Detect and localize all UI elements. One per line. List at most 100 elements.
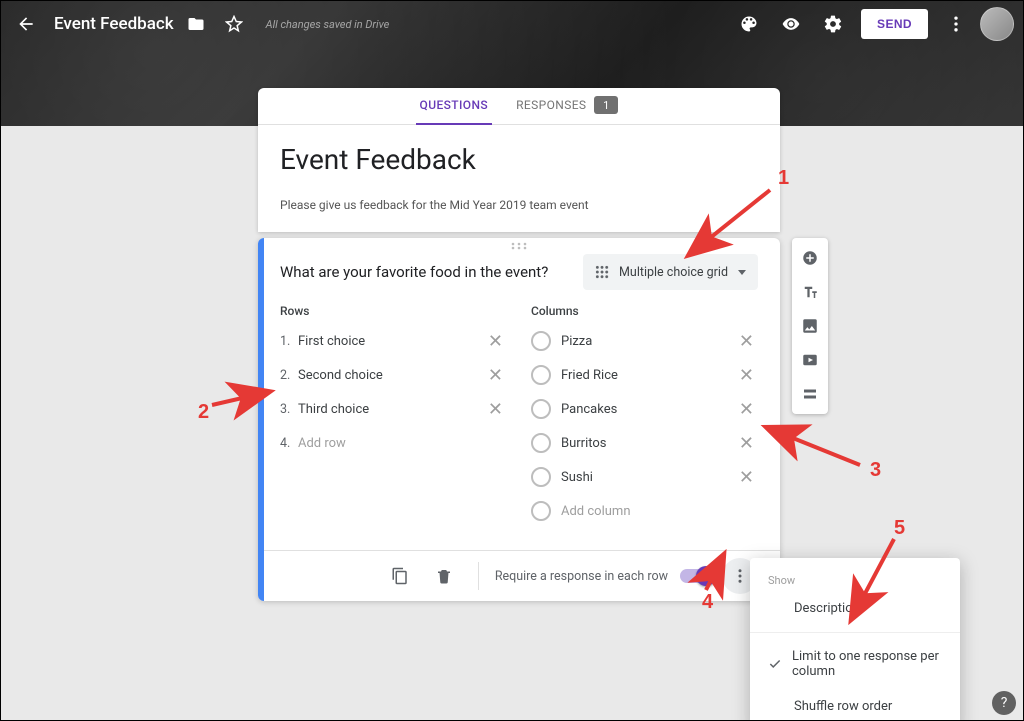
settings-button[interactable]	[813, 4, 853, 44]
column-option[interactable]: Sushi ✕	[531, 460, 758, 494]
section-icon	[801, 385, 819, 403]
menu-section-label: Show	[750, 568, 960, 591]
help-button[interactable]: ?	[992, 691, 1016, 715]
radio-icon	[531, 331, 551, 351]
add-column[interactable]: Add column	[531, 494, 758, 528]
preview-button[interactable]	[771, 4, 811, 44]
remove-column-button[interactable]: ✕	[735, 331, 758, 352]
menu-item-label: Description	[794, 601, 860, 616]
question-type-picker[interactable]: Multiple choice grid	[583, 254, 758, 290]
remove-column-button[interactable]: ✕	[735, 433, 758, 454]
rows-header: Rows	[280, 304, 507, 318]
theme-button[interactable]	[729, 4, 769, 44]
remove-row-button[interactable]: ✕	[484, 399, 507, 420]
column-option[interactable]: Pancakes ✕	[531, 392, 758, 426]
radio-icon	[531, 365, 551, 385]
row-option-label[interactable]: First choice	[298, 334, 484, 349]
more-vert-icon	[731, 567, 749, 585]
folder-icon	[187, 15, 205, 33]
remove-column-button[interactable]: ✕	[735, 399, 758, 420]
require-toggle[interactable]	[680, 569, 714, 583]
duplicate-button[interactable]	[382, 558, 418, 594]
add-question-button[interactable]	[796, 244, 824, 272]
require-label: Require a response in each row	[495, 569, 668, 584]
form-title[interactable]: Event Feedback	[280, 143, 758, 176]
remove-row-button[interactable]: ✕	[484, 365, 507, 386]
tab-questions[interactable]: QUESTIONS	[416, 87, 493, 125]
form-card: QUESTIONS RESPONSES 1 Event Feedback Ple…	[258, 88, 780, 232]
row-option-label[interactable]: Third choice	[298, 402, 484, 417]
help-icon: ?	[1001, 695, 1008, 711]
columns-header: Columns	[531, 304, 758, 318]
plus-circle-icon	[801, 249, 819, 267]
radio-icon	[531, 399, 551, 419]
arrow-left-icon	[16, 14, 36, 34]
add-section-button[interactable]	[796, 380, 824, 408]
column-option-label[interactable]: Sushi	[561, 470, 735, 485]
row-option[interactable]: 3. Third choice ✕	[280, 392, 507, 426]
text-icon	[801, 283, 819, 301]
remove-row-button[interactable]: ✕	[484, 331, 507, 352]
trash-icon	[435, 567, 453, 585]
column-option[interactable]: Pizza ✕	[531, 324, 758, 358]
question-title[interactable]: What are your favorite food in the event…	[280, 263, 573, 281]
gear-icon	[823, 14, 843, 34]
star-icon	[225, 15, 243, 33]
chevron-down-icon	[738, 270, 746, 275]
divider	[478, 562, 479, 590]
palette-icon	[739, 14, 759, 34]
column-option[interactable]: Fried Rice ✕	[531, 358, 758, 392]
tab-responses[interactable]: RESPONSES 1	[512, 87, 622, 125]
menu-item-label: Shuffle row order	[794, 699, 892, 714]
account-avatar[interactable]	[980, 7, 1014, 41]
send-button[interactable]: SEND	[861, 9, 928, 39]
tab-bar: QUESTIONS RESPONSES 1	[258, 88, 780, 125]
row-option-label[interactable]: Second choice	[298, 368, 484, 383]
add-title-button[interactable]	[796, 278, 824, 306]
menu-item-limit[interactable]: Limit to one response per column	[750, 639, 960, 689]
column-option[interactable]: Burritos ✕	[531, 426, 758, 460]
question-card: What are your favorite food in the event…	[258, 238, 780, 601]
form-description[interactable]: Please give us feedback for the Mid Year…	[280, 198, 758, 212]
drag-handle[interactable]	[258, 238, 780, 254]
radio-icon	[531, 467, 551, 487]
more-button[interactable]	[936, 4, 976, 44]
remove-column-button[interactable]: ✕	[735, 365, 758, 386]
save-status: All changes saved in Drive	[266, 18, 390, 31]
drag-icon	[509, 242, 529, 250]
tab-label: RESPONSES	[516, 98, 586, 112]
annotation-number: 2	[198, 401, 209, 423]
menu-divider	[750, 632, 960, 633]
annotation-number: 5	[894, 517, 905, 539]
eye-icon	[781, 14, 801, 34]
columns-column: Columns Pizza ✕ Fried Rice ✕ Pancakes ✕	[531, 304, 758, 528]
menu-item-label: Limit to one response per column	[792, 649, 942, 679]
add-row[interactable]: 4. Add row	[280, 426, 507, 460]
column-option-label[interactable]: Burritos	[561, 436, 735, 451]
rows-column: Rows 1. First choice ✕ 2. Second choice …	[280, 304, 507, 528]
doc-title[interactable]: Event Feedback	[54, 14, 174, 34]
back-button[interactable]	[6, 4, 46, 44]
delete-button[interactable]	[426, 558, 462, 594]
move-to-folder-button[interactable]	[180, 8, 212, 40]
star-button[interactable]	[218, 8, 250, 40]
column-option-label[interactable]: Fried Rice	[561, 368, 735, 383]
row-option[interactable]: 1. First choice ✕	[280, 324, 507, 358]
grid-icon	[595, 265, 609, 279]
check-icon	[768, 657, 782, 671]
annotation-number: 3	[870, 459, 881, 481]
menu-item-shuffle[interactable]: Shuffle row order	[750, 689, 960, 721]
radio-icon	[531, 433, 551, 453]
question-more-menu: Show Description Limit to one response p…	[750, 558, 960, 721]
remove-column-button[interactable]: ✕	[735, 467, 758, 488]
column-option-label[interactable]: Pancakes	[561, 402, 735, 417]
add-image-button[interactable]	[796, 312, 824, 340]
add-video-button[interactable]	[796, 346, 824, 374]
row-option[interactable]: 2. Second choice ✕	[280, 358, 507, 392]
more-vert-icon	[946, 14, 966, 34]
question-footer: Require a response in each row	[258, 550, 780, 601]
add-row-label: Add row	[298, 436, 507, 451]
header-toolbar: Event Feedback All changes saved in Driv…	[0, 0, 1024, 48]
column-option-label[interactable]: Pizza	[561, 334, 735, 349]
menu-item-description[interactable]: Description	[750, 591, 960, 626]
